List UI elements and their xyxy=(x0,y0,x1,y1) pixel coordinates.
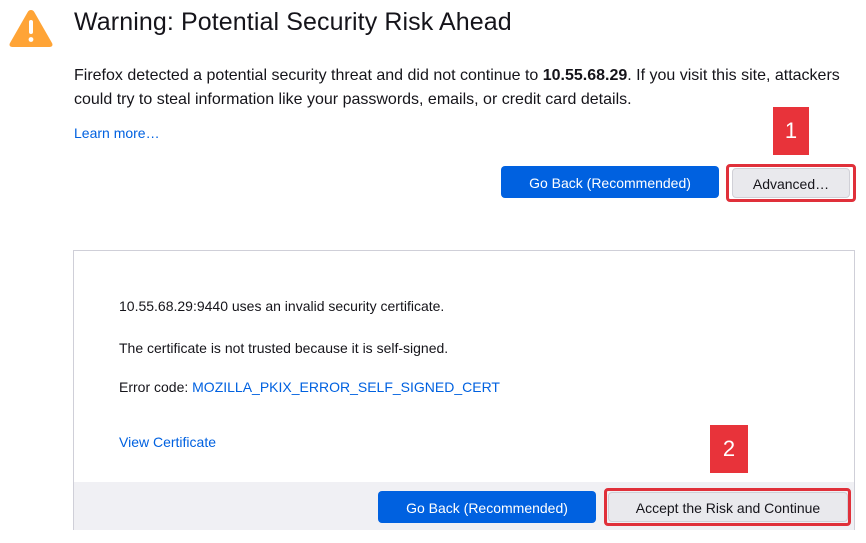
page-title: Warning: Potential Security Risk Ahead xyxy=(74,8,512,36)
step-2-badge: 2 xyxy=(710,425,748,473)
warning-description: Firefox detected a potential security th… xyxy=(74,64,854,112)
warning-triangle-icon xyxy=(9,10,53,47)
step-1-badge: 1 xyxy=(773,107,809,155)
view-certificate-link[interactable]: View Certificate xyxy=(119,434,216,450)
site-host: 10.55.68.29 xyxy=(542,67,628,84)
self-signed-message: The certificate is not trusted because i… xyxy=(119,340,449,356)
learn-more-link[interactable]: Learn more… xyxy=(74,125,160,141)
error-code-link[interactable]: MOZILLA_PKIX_ERROR_SELF_SIGNED_CERT xyxy=(192,379,500,395)
security-warning-page: Warning: Potential Security Risk Ahead F… xyxy=(0,0,866,543)
go-back-button[interactable]: Go Back (Recommended) xyxy=(501,166,719,198)
advanced-panel: 10.55.68.29:9440 uses an invalid securit… xyxy=(73,250,855,530)
advanced-panel-footer: Go Back (Recommended) Accept the Risk an… xyxy=(74,482,854,530)
error-code-label: Error code: xyxy=(119,379,193,395)
go-back-button-panel[interactable]: Go Back (Recommended) xyxy=(378,491,596,523)
advanced-button[interactable]: Advanced… xyxy=(732,168,850,198)
error-code-line: Error code: MOZILLA_PKIX_ERROR_SELF_SIGN… xyxy=(119,379,500,395)
description-text-start: Firefox detected a potential security th… xyxy=(74,67,543,84)
accept-risk-button[interactable]: Accept the Risk and Continue xyxy=(608,492,848,522)
invalid-cert-message: 10.55.68.29:9440 uses an invalid securit… xyxy=(119,298,445,314)
